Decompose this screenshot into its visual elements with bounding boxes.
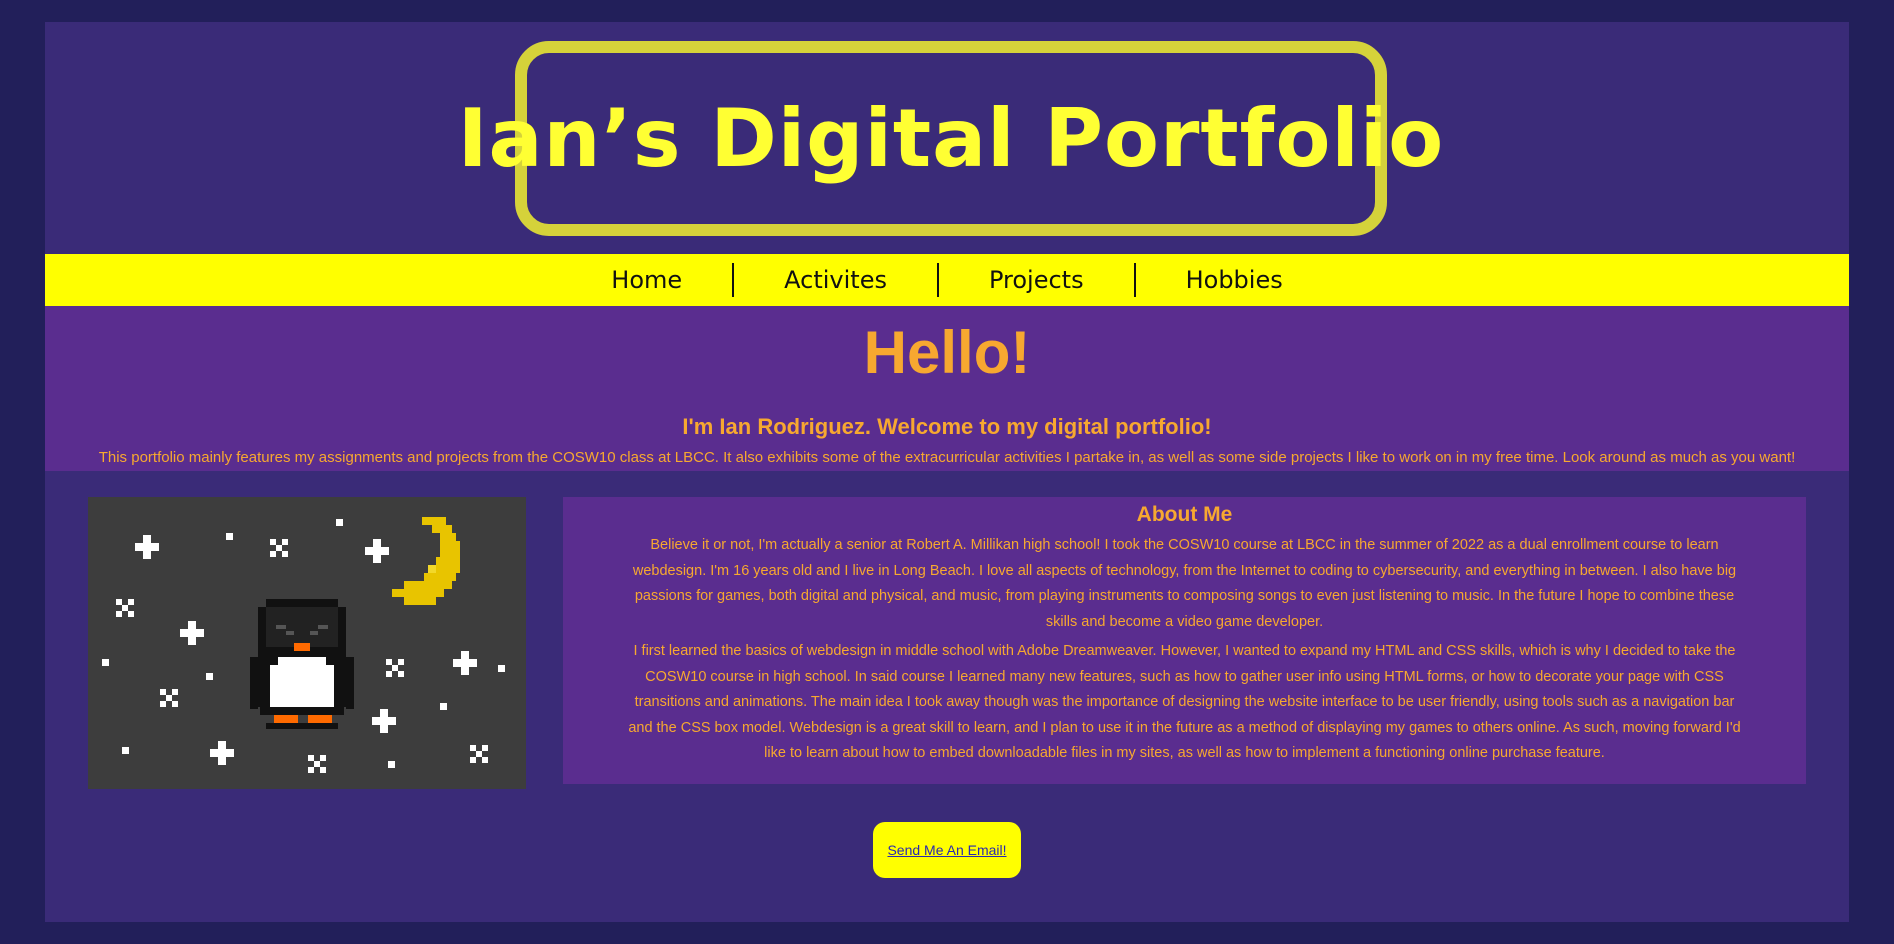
hero-intro: This portfolio mainly features my assign…	[98, 449, 1796, 466]
about-title: About Me	[1136, 503, 1233, 526]
site-title: Ian’s Digital Portfolio	[457, 92, 1445, 185]
nav-item-projects[interactable]: Projects	[939, 263, 1134, 297]
nav-item-home[interactable]: Home	[561, 263, 732, 297]
hero-subheading: I'm Ian Rodriguez. Welcome to my digital…	[682, 414, 1212, 439]
penguin-icon	[250, 599, 354, 729]
nav-item-hobbies[interactable]: Hobbies	[1136, 263, 1333, 297]
penguin-pixel-art-image	[88, 497, 526, 789]
about-me-section: About Me Believe it or not, I'm actually…	[563, 497, 1806, 784]
nav-item-activites[interactable]: Activites	[734, 263, 937, 297]
hero-heading: Hello!	[863, 319, 1031, 386]
about-paragraph-2: I first learned the basics of webdesign …	[628, 643, 1741, 761]
navigation-bar: Home Activites Projects Hobbies	[45, 254, 1849, 306]
page-container: Ian’s Digital Portfolio Home Activites P…	[45, 22, 1849, 922]
hero-section: Hello! I'm Ian Rodriguez. Welcome to my …	[45, 306, 1849, 471]
site-banner: Ian’s Digital Portfolio	[458, 41, 1443, 236]
send-email-button[interactable]: Send Me An Email!	[873, 822, 1021, 878]
about-paragraph-1: Believe it or not, I'm actually a senior…	[632, 537, 1737, 630]
